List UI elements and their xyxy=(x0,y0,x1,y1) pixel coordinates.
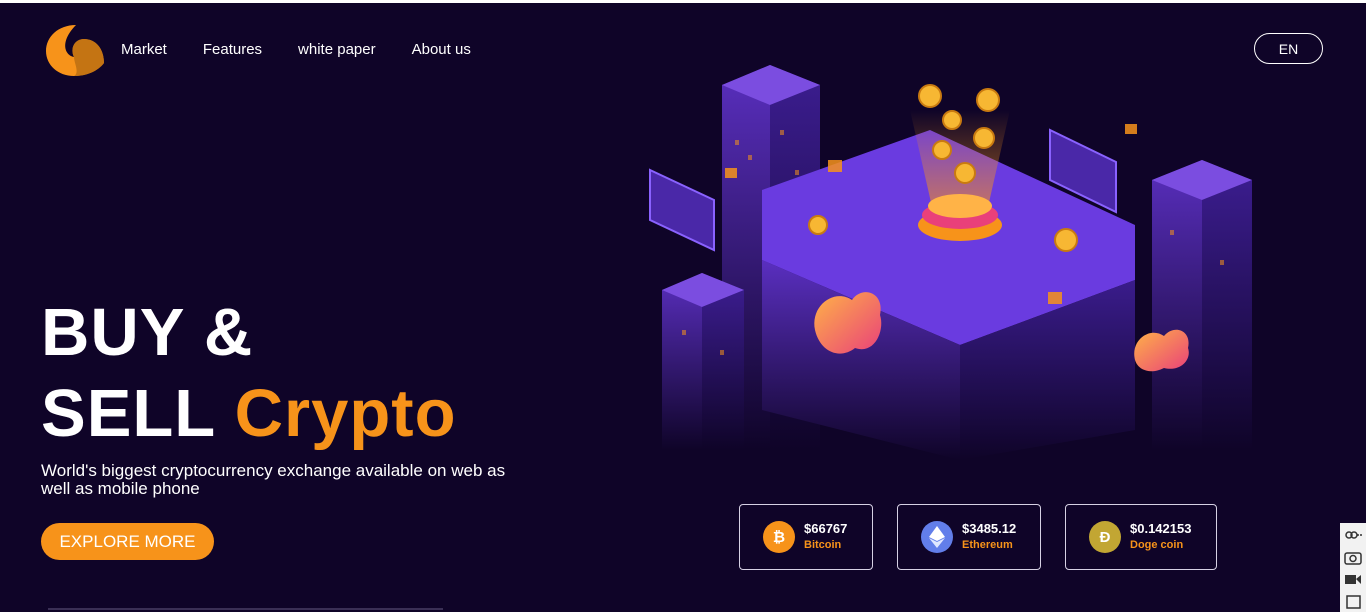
video-icon[interactable] xyxy=(1344,571,1362,587)
ticker-bitcoin[interactable]: ₿ $66767 Bitcoin xyxy=(739,504,873,570)
hero-subtitle: World's biggest cryptocurrency exchange … xyxy=(41,461,506,498)
ticker-dogecoin[interactable]: Ð $0.142153 Doge coin xyxy=(1065,504,1217,570)
top-border xyxy=(0,0,1366,3)
hero-line2-accent: Crypto xyxy=(234,376,457,451)
explore-more-button[interactable]: EXPLORE MORE xyxy=(41,523,214,560)
nav-white-paper[interactable]: white paper xyxy=(298,41,376,59)
bitcoin-icon: ₿ xyxy=(763,521,795,553)
main-nav: Market Features white paper About us xyxy=(121,41,471,59)
ticker-name: Doge coin xyxy=(1130,539,1184,551)
hero-line2-plain: SELL xyxy=(41,376,216,451)
ticker-price: $0.142153 xyxy=(1130,521,1192,536)
link-icon[interactable] xyxy=(1344,527,1362,543)
nav-about-us[interactable]: About us xyxy=(412,41,471,59)
window-icon[interactable] xyxy=(1344,593,1362,609)
ticker-price: $66767 xyxy=(804,521,848,536)
crescent-logo-icon[interactable] xyxy=(44,19,106,77)
nav-market[interactable]: Market xyxy=(121,41,167,59)
svg-text:Ð: Ð xyxy=(1100,529,1111,546)
nav-features[interactable]: Features xyxy=(203,41,262,59)
hero-title: BUY & SELL Crypto xyxy=(41,292,457,454)
camera-icon[interactable] xyxy=(1344,549,1362,565)
ticker-name: Bitcoin xyxy=(804,539,842,551)
hero-line1: BUY & xyxy=(41,295,254,370)
scroll-indicator xyxy=(48,608,443,610)
ticker-name: Ethereum xyxy=(962,539,1013,551)
side-toolbar xyxy=(1340,523,1366,612)
ticker-ethereum[interactable]: $3485.12 Ethereum xyxy=(897,504,1041,570)
svg-text:₿: ₿ xyxy=(773,529,785,546)
ticker-price: $3485.12 xyxy=(962,521,1017,536)
dogecoin-icon: Ð xyxy=(1089,521,1121,553)
isometric-crypto-city-illustration xyxy=(649,65,1252,460)
ethereum-icon xyxy=(921,521,953,553)
